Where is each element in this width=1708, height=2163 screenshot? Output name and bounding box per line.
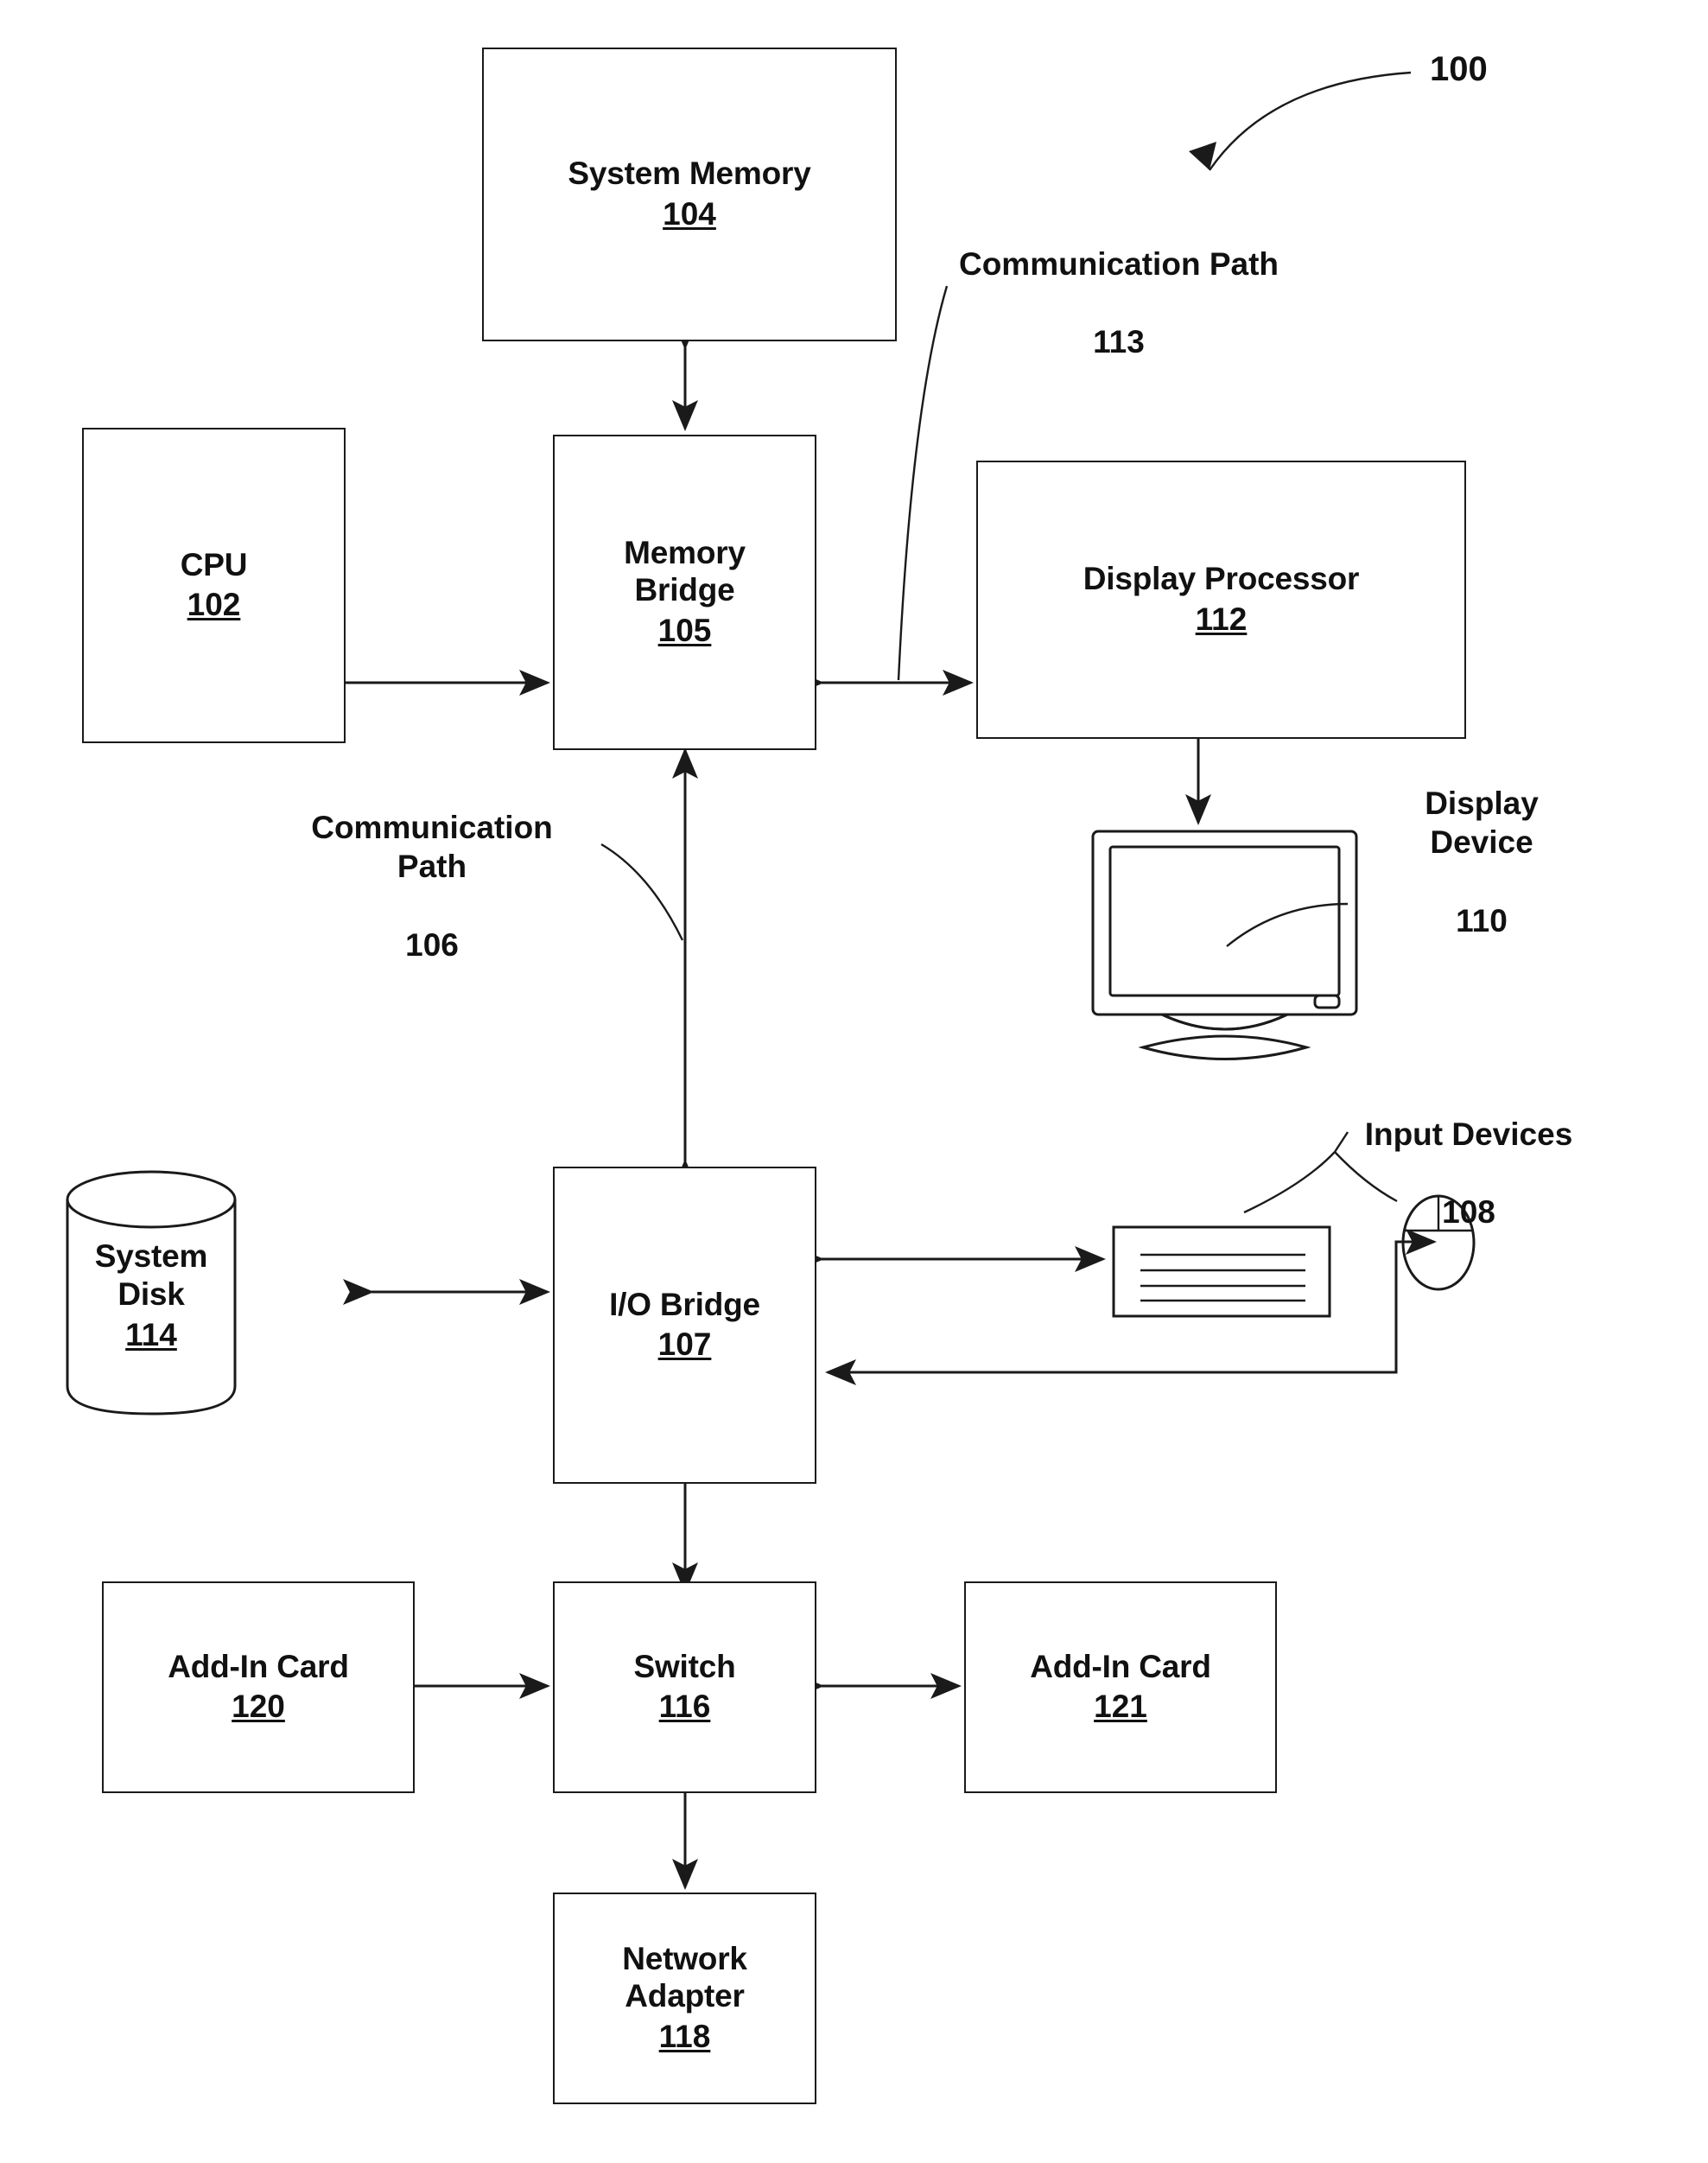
node-cpu-title: CPU <box>180 546 248 582</box>
node-network-adapter-ref: 118 <box>658 2019 711 2055</box>
callout-comm-path-113: Communication Path 113 <box>868 206 1369 401</box>
node-add-in-card-121[interactable]: Add-In Card 121 <box>964 1581 1277 1793</box>
callout-display-device-110-ref: 110 <box>1456 902 1508 938</box>
node-system-disk-title: System Disk <box>94 1238 208 1312</box>
callout-display-device-110: Display Device 110 <box>1356 745 1607 979</box>
node-switch-ref: 116 <box>658 1689 711 1725</box>
node-memory-bridge[interactable]: Memory Bridge 105 <box>553 435 816 750</box>
callout-input-devices-108-ref: 108 <box>1442 1194 1495 1231</box>
callout-comm-path-106-title: Communication Path <box>311 810 553 885</box>
node-memory-bridge-title: Memory Bridge <box>624 534 746 608</box>
callout-comm-path-106: Communication Path 106 <box>259 769 605 1003</box>
node-system-disk-ref: 114 <box>125 1316 177 1352</box>
node-network-adapter[interactable]: Network Adapter 118 <box>553 1893 816 2104</box>
figure-reference-number: 100 <box>1430 50 1488 88</box>
node-add-in-card-120-title: Add-In Card <box>168 1648 349 1684</box>
node-add-in-card-121-title: Add-In Card <box>1030 1648 1211 1684</box>
node-io-bridge[interactable]: I/O Bridge 107 <box>553 1167 816 1484</box>
leader-comm-path-106 <box>600 843 684 941</box>
callout-display-device-110-title: Display Device <box>1425 786 1539 861</box>
node-memory-bridge-ref: 105 <box>657 613 712 649</box>
callout-comm-path-106-ref: 106 <box>405 926 459 963</box>
node-add-in-card-121-ref: 121 <box>1094 1689 1147 1725</box>
node-add-in-card-120[interactable]: Add-In Card 120 <box>102 1581 415 1793</box>
node-cpu[interactable]: CPU 102 <box>82 428 346 743</box>
node-io-bridge-ref: 107 <box>657 1326 712 1363</box>
display-device-illustration <box>1091 830 1358 1060</box>
node-add-in-card-120-ref: 120 <box>232 1689 285 1725</box>
callout-input-devices-108-title: Input Devices <box>1364 1116 1573 1153</box>
node-network-adapter-title: Network Adapter <box>622 1940 747 2014</box>
callout-comm-path-113-title: Communication Path <box>958 246 1279 283</box>
node-system-memory[interactable]: System Memory 104 <box>482 48 897 341</box>
callout-input-devices-108: Input Devices 108 <box>1287 1076 1650 1271</box>
node-switch-title: Switch <box>633 1648 736 1684</box>
node-cpu-ref: 102 <box>187 587 241 623</box>
node-switch[interactable]: Switch 116 <box>553 1581 816 1793</box>
node-system-disk[interactable]: System Disk 114 <box>67 1210 235 1383</box>
callout-comm-path-113-ref: 113 <box>1093 324 1145 360</box>
node-system-memory-title: System Memory <box>568 156 811 192</box>
node-display-processor-ref: 112 <box>1195 601 1248 637</box>
node-display-processor[interactable]: Display Processor 112 <box>976 461 1466 739</box>
node-io-bridge-title: I/O Bridge <box>609 1286 760 1322</box>
leader-figure-100 <box>1209 71 1412 171</box>
leader-display-device-110 <box>1226 902 1349 947</box>
patent-figure-system-diagram: System Memory 104 CPU 102 Memory Bridge … <box>0 0 1708 2163</box>
node-system-memory-ref: 104 <box>663 195 716 232</box>
node-display-processor-title: Display Processor <box>1083 561 1360 597</box>
